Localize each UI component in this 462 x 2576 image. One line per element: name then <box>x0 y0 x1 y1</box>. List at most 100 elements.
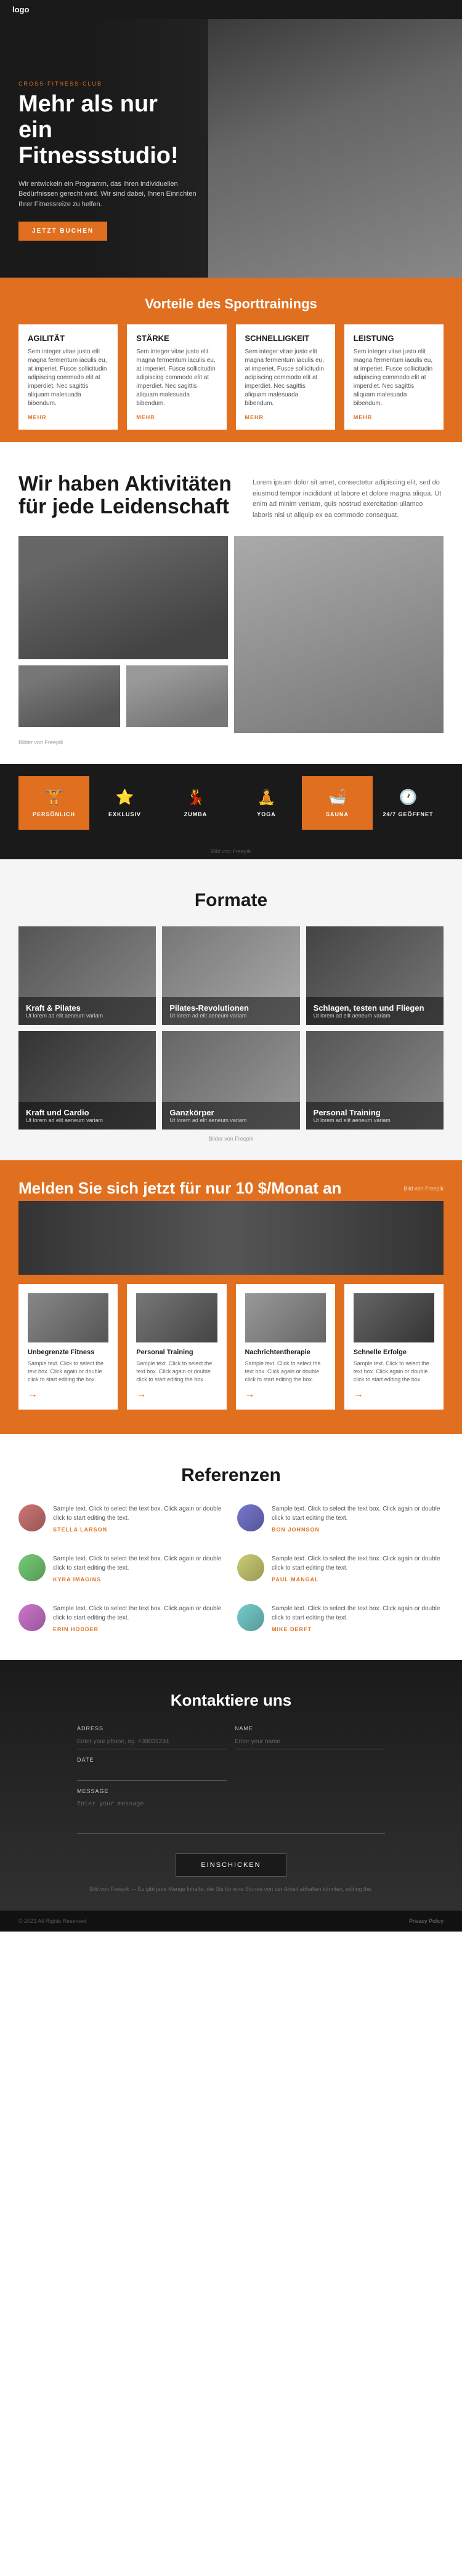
referenz-item-1: Sample text. Click to select the text bo… <box>237 1504 444 1533</box>
aktivitaten-images <box>18 536 444 733</box>
format-overlay-0: Kraft & Pilates Ut lorem ad elit aeneum … <box>18 997 156 1025</box>
kontakt-name-input[interactable] <box>235 1734 385 1749</box>
icon-yoga[interactable]: 🧘 YOGA <box>231 776 302 830</box>
hero-badge: Cross-Fitness-Club <box>18 81 203 87</box>
melden-card-3: Schnelle Erfolge Sample text. Click to s… <box>344 1284 444 1410</box>
hero-section: Cross-Fitness-Club Mehr als nur ein Fitn… <box>0 19 462 278</box>
referenz-item-4: Sample text. Click to select the text bo… <box>18 1604 225 1632</box>
format-name-3: Kraft und Cardio <box>26 1108 148 1117</box>
kontakt-phone-input[interactable] <box>77 1734 227 1749</box>
melden-card-image-0 <box>28 1293 108 1342</box>
format-card-0[interactable]: Kraft & Pilates Ut lorem ad elit aeneum … <box>18 926 156 1025</box>
referenzen-section: Referenzen Sample text. Click to select … <box>0 1434 462 1660</box>
referenz-content-4: Sample text. Click to select the text bo… <box>53 1604 225 1632</box>
formate-section: Formate Kraft & Pilates Ut lorem ad elit… <box>0 859 462 1160</box>
vorteile-card-text-3: Sem integer vitae justo elit magna ferme… <box>354 348 434 408</box>
melden-arrow-2[interactable]: → <box>245 1389 326 1400</box>
vorteile-card-text-2: Sem integer vitae justo elit magna ferme… <box>245 348 326 408</box>
format-card-3[interactable]: Kraft und Cardio Ut lorem ad elit aeneum… <box>18 1031 156 1130</box>
format-name-2: Schlagen, testen und Fliegen <box>314 1003 436 1013</box>
icon-persoenlich[interactable]: 🏋 PERSÖNLICH <box>18 776 89 830</box>
kontakt-message-label: Message <box>77 1788 385 1794</box>
icons-grid: 🏋 PERSÖNLICH ⭐ EXKLUSIV 💃 ZUMBA 🧘 YOGA 🛁… <box>0 764 462 842</box>
persoenlich-icon: 🏋 <box>45 788 63 806</box>
icons-caption: Bild von Freepik <box>211 848 251 854</box>
aktivitaten-image-main <box>18 536 228 659</box>
format-sub-4: Ut lorem ad elit aeneum variam <box>169 1117 292 1123</box>
aktivitaten-title: Wir haben Aktivitäten für jede Leidensch… <box>18 473 234 521</box>
vorteile-mehr-2[interactable]: MEHR <box>245 414 326 420</box>
formate-grid: Kraft & Pilates Ut lorem ad elit aeneum … <box>18 926 444 1130</box>
kontakt-name-group: Name <box>235 1725 385 1749</box>
hero-cta-button[interactable]: Jetzt Buchen <box>18 222 107 241</box>
melden-card-2: Nachrichtentherapie Sample text. Click t… <box>236 1284 335 1410</box>
icons-caption-row: Bild von Freepik <box>0 842 462 859</box>
vorteile-mehr-0[interactable]: MEHR <box>28 414 108 420</box>
vorteile-mehr-3[interactable]: MEHR <box>354 414 434 420</box>
referenz-name-3: PAUL MANGAL <box>272 1576 444 1583</box>
vorteile-card-performance: Leistung Sem integer vitae justo elit ma… <box>344 324 444 430</box>
melden-card-title-1: Personal Training <box>136 1349 217 1356</box>
kontakt-message-group: Message <box>77 1788 385 1837</box>
icon-247[interactable]: 🕐 24/7 GEÖFFNET <box>373 776 444 830</box>
melden-card-text-3: Sample text. Click to select the text bo… <box>354 1360 434 1383</box>
format-sub-3: Ut lorem ad elit aeneum variam <box>26 1117 148 1123</box>
format-card-1[interactable]: Pilates-Revolutionen Ut lorem ad elit ae… <box>162 926 299 1025</box>
melden-card-image-1 <box>136 1293 217 1342</box>
referenz-text-4: Sample text. Click to select the text bo… <box>53 1604 225 1623</box>
kontakt-title: Kontaktiere uns <box>77 1691 385 1710</box>
icon-sauna[interactable]: 🛁 SAUNA <box>302 776 373 830</box>
kontakt-spacer <box>235 1757 385 1781</box>
format-card-5[interactable]: Personal Training Ut lorem ad elit aeneu… <box>306 1031 444 1130</box>
melden-arrow-3[interactable]: → <box>354 1389 434 1400</box>
melden-background-strip <box>18 1201 444 1275</box>
melden-section: Melden Sie sich jetzt für nur 10 $/Monat… <box>0 1160 462 1434</box>
melden-caption: Bild von Freepik <box>403 1186 444 1192</box>
aktivitaten-images-sub <box>18 665 228 727</box>
vorteile-grid: Agilität Sem integer vitae justo elit ma… <box>18 324 444 430</box>
melden-card-1: Personal Training Sample text. Click to … <box>127 1284 226 1410</box>
kontakt-inner: Kontaktiere uns Adress Name Date Message… <box>77 1691 385 1892</box>
yoga-icon: 🧘 <box>257 788 276 806</box>
referenz-avatar-2 <box>18 1554 46 1581</box>
kontakt-date-input[interactable] <box>77 1765 227 1781</box>
referenz-item-0: Sample text. Click to select the text bo… <box>18 1504 225 1533</box>
kontakt-submit-button[interactable]: EINSCHICKEN <box>176 1853 286 1877</box>
melden-arrow-1[interactable]: → <box>136 1389 217 1400</box>
melden-arrow-0[interactable]: → <box>28 1389 108 1400</box>
referenz-content-5: Sample text. Click to select the text bo… <box>272 1604 444 1632</box>
melden-card-title-0: Unbegrenzte Fitness <box>28 1349 108 1356</box>
referenz-content-0: Sample text. Click to select the text bo… <box>53 1504 225 1533</box>
melden-card-0: Unbegrenzte Fitness Sample text. Click t… <box>18 1284 118 1410</box>
sauna-icon: 🛁 <box>328 788 347 806</box>
hero-content: Cross-Fitness-Club Mehr als nur ein Fitn… <box>18 81 203 241</box>
aktivitaten-text: Lorem ipsum dolor sit amet, consectetur … <box>253 473 444 521</box>
vorteile-card-text-1: Sem integer vitae justo elit magna ferme… <box>136 348 217 408</box>
format-card-4[interactable]: Ganzkörper Ut lorem ad elit aeneum varia… <box>162 1031 299 1130</box>
icon-exklusiv[interactable]: ⭐ EXKLUSIV <box>89 776 160 830</box>
format-overlay-4: Ganzkörper Ut lorem ad elit aeneum varia… <box>162 1102 299 1130</box>
footer-privacy-link[interactable]: Privacy Policy <box>409 1918 444 1924</box>
footer: © 2023 All Rights Reserved Privacy Polic… <box>0 1911 462 1932</box>
format-name-1: Pilates-Revolutionen <box>169 1003 292 1013</box>
hero-description: Wir entwickeln ein Programm, das Ihren i… <box>18 179 203 210</box>
referenz-item-2: Sample text. Click to select the text bo… <box>18 1554 225 1583</box>
logo: logo <box>12 5 29 14</box>
formate-caption: Bilder von Freepik <box>18 1136 444 1142</box>
format-name-0: Kraft & Pilates <box>26 1003 148 1013</box>
kontakt-section: Kontaktiere uns Adress Name Date Message… <box>0 1660 462 1911</box>
kontakt-message-textarea[interactable] <box>77 1797 385 1834</box>
referenz-content-3: Sample text. Click to select the text bo… <box>272 1554 444 1583</box>
icon-zumba[interactable]: 💃 ZUMBA <box>160 776 231 830</box>
hero-title: Mehr als nur ein Fitnessstudio! <box>18 92 203 169</box>
referenz-avatar-5 <box>237 1604 264 1631</box>
referenz-avatar-4 <box>18 1604 46 1631</box>
referenz-text-1: Sample text. Click to select the text bo… <box>272 1504 444 1523</box>
format-card-2[interactable]: Schlagen, testen und Fliegen Ut lorem ad… <box>306 926 444 1025</box>
referenz-avatar-3 <box>237 1554 264 1581</box>
vorteile-mehr-1[interactable]: MEHR <box>136 414 217 420</box>
referenz-text-5: Sample text. Click to select the text bo… <box>272 1604 444 1623</box>
referenz-name-4: ERIN HODDER <box>53 1626 225 1632</box>
vorteile-card-strength: Stärke Sem integer vitae justo elit magn… <box>127 324 226 430</box>
aktivitaten-image-sub-2 <box>126 665 228 727</box>
